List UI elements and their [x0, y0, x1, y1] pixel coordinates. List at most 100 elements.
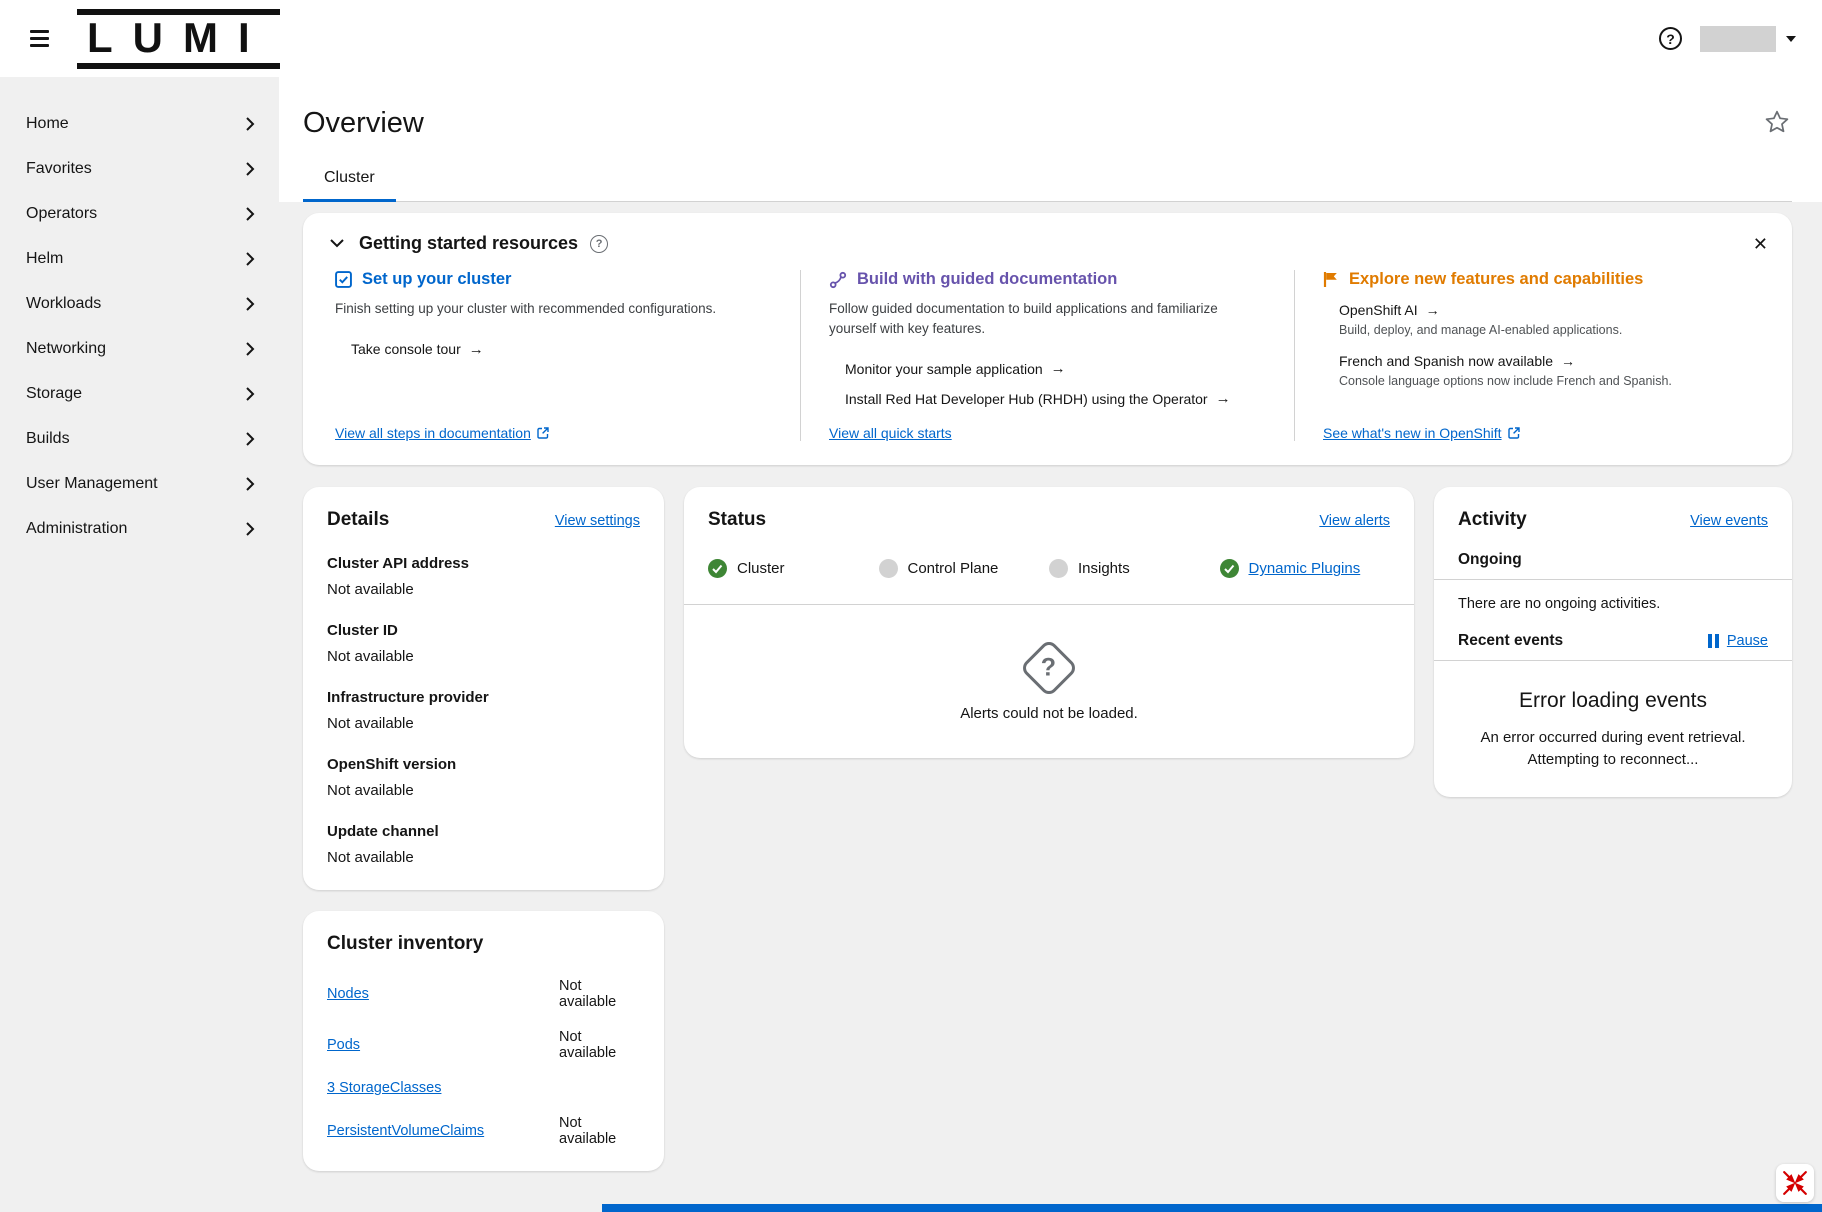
setup-cluster-heading[interactable]: Set up your cluster [335, 270, 772, 289]
flag-icon [1323, 271, 1339, 288]
sidebar-item-label: User Management [26, 475, 158, 493]
chevron-right-icon [245, 206, 255, 222]
sidebar-nav: Home Favorites Operators Helm Workloads … [0, 77, 279, 1212]
status-title: Status [708, 509, 766, 531]
tab-bar: Cluster [303, 158, 1792, 202]
detail-field-infrastructure-provider: Infrastructure provider Not available [327, 689, 640, 732]
whats-new-link[interactable]: See what's new in OpenShift [1323, 425, 1502, 441]
tab-cluster-label: Cluster [324, 169, 375, 186]
detail-field-cluster-id: Cluster ID Not available [327, 622, 640, 665]
activity-title: Activity [1458, 509, 1527, 531]
sidebar-item-label: Builds [26, 430, 70, 448]
view-alerts-link[interactable]: View alerts [1319, 513, 1390, 529]
main-content: Overview Cluster Getting started resourc… [279, 77, 1822, 1212]
storageclasses-link[interactable]: 3 StorageClasses [327, 1080, 559, 1096]
favorite-star-icon[interactable] [1762, 107, 1792, 140]
sidebar-item-builds[interactable]: Builds [0, 416, 279, 461]
setup-cluster-column: Set up your cluster Finish setting up yo… [327, 270, 800, 441]
masthead-toolbar: ? [1659, 26, 1796, 52]
setup-cluster-description: Finish setting up your cluster with reco… [335, 299, 772, 319]
events-error-message: An error occurred during event retrieval… [1464, 727, 1762, 771]
ongoing-empty-message: There are no ongoing activities. [1458, 596, 1768, 612]
view-all-steps-link[interactable]: View all steps in documentation [335, 425, 531, 441]
sidebar-item-storage[interactable]: Storage [0, 371, 279, 416]
chevron-right-icon [245, 296, 255, 312]
success-check-icon [708, 559, 727, 578]
sidebar-item-user-management[interactable]: User Management [0, 461, 279, 506]
crash-indicator-icon[interactable] [1776, 1164, 1814, 1202]
install-rhdh-link[interactable]: Install Red Hat Developer Hub (RHDH) usi… [845, 390, 1266, 407]
sidebar-item-operators[interactable]: Operators [0, 191, 279, 236]
sidebar-item-label: Workloads [26, 295, 101, 313]
help-icon[interactable]: ? [1659, 27, 1682, 50]
page-layout: Home Favorites Operators Helm Workloads … [0, 77, 1822, 1212]
view-events-link[interactable]: View events [1690, 513, 1768, 529]
view-settings-link[interactable]: View settings [555, 513, 640, 529]
chevron-right-icon [245, 161, 255, 177]
details-title: Details [327, 509, 389, 531]
divider [1434, 579, 1792, 580]
status-item-dynamic-plugins: Dynamic Plugins [1220, 559, 1391, 578]
user-menu[interactable] [1700, 26, 1796, 52]
dynamic-plugins-link[interactable]: Dynamic Plugins [1249, 560, 1361, 577]
divider [1434, 660, 1792, 661]
explore-features-column: Explore new features and capabilities Op… [1295, 270, 1768, 441]
chevron-right-icon [245, 341, 255, 357]
nodes-link[interactable]: Nodes [327, 986, 559, 1002]
getting-started-body: Set up your cluster Finish setting up yo… [327, 270, 1768, 441]
pods-link[interactable]: Pods [327, 1037, 559, 1053]
cluster-setup-icon [335, 271, 352, 288]
inventory-row-nodes: Nodes Not available [327, 978, 640, 1010]
help-circle-icon[interactable]: ? [590, 235, 608, 253]
chevron-right-icon [245, 251, 255, 267]
detail-field-update-channel: Update channel Not available [327, 823, 640, 866]
pause-events-button[interactable]: Pause [1708, 633, 1768, 649]
unknown-status-icon [879, 559, 898, 578]
openshift-ai-description: Build, deploy, and manage AI-enabled app… [1339, 322, 1760, 340]
success-check-icon [1220, 559, 1239, 578]
events-error-state: Error loading events An error occurred d… [1458, 689, 1768, 771]
take-console-tour-link[interactable]: Take console tour → [351, 341, 772, 358]
sidebar-item-helm[interactable]: Helm [0, 236, 279, 281]
pause-icon [1708, 634, 1719, 648]
arrow-right-icon: → [469, 341, 484, 358]
external-link-icon [537, 427, 549, 439]
languages-description: Console language options now include Fre… [1339, 373, 1760, 391]
guided-documentation-heading[interactable]: Build with guided documentation [829, 270, 1266, 289]
sidebar-item-workloads[interactable]: Workloads [0, 281, 279, 326]
sidebar-item-networking[interactable]: Networking [0, 326, 279, 371]
chevron-right-icon [245, 386, 255, 402]
bottom-blue-bar [602, 1204, 1822, 1212]
detail-field-openshift-version: OpenShift version Not available [327, 756, 640, 799]
monitor-sample-app-link[interactable]: Monitor your sample application → [845, 360, 1266, 377]
nav-toggle-icon[interactable] [26, 26, 53, 51]
getting-started-title: Getting started resources [359, 233, 578, 254]
guided-documentation-description: Follow guided documentation to build app… [829, 299, 1266, 338]
brand-logo-text: LUMI [87, 14, 270, 61]
sidebar-item-home[interactable]: Home [0, 101, 279, 146]
brand-logo: LUMI [77, 9, 280, 69]
view-all-quick-starts-link[interactable]: View all quick starts [829, 425, 952, 441]
arrow-right-icon: → [1216, 390, 1231, 407]
details-card: Details View settings Cluster API addres… [303, 487, 664, 890]
french-spanish-link[interactable]: French and Spanish now available → [1339, 353, 1760, 369]
collapse-chevron-icon[interactable] [327, 236, 347, 251]
openshift-ai-link[interactable]: OpenShift AI → [1339, 302, 1760, 318]
getting-started-header: Getting started resources ? ✕ [327, 233, 1768, 254]
sidebar-item-favorites[interactable]: Favorites [0, 146, 279, 191]
chevron-down-icon [1786, 36, 1796, 42]
sidebar-item-label: Operators [26, 205, 97, 223]
detail-field-api-address: Cluster API address Not available [327, 555, 640, 598]
sidebar-item-label: Home [26, 115, 69, 133]
cluster-inventory-card: Cluster inventory Nodes Not available Po… [303, 911, 664, 1171]
sidebar-item-administration[interactable]: Administration [0, 506, 279, 551]
sidebar-item-label: Administration [26, 520, 127, 538]
events-error-title: Error loading events [1464, 689, 1762, 713]
left-column: Details View settings Cluster API addres… [303, 487, 664, 1171]
feature-openshift-ai: OpenShift AI → Build, deploy, and manage… [1339, 302, 1760, 340]
close-icon[interactable]: ✕ [1753, 235, 1768, 253]
tab-cluster[interactable]: Cluster [303, 158, 396, 201]
persistentvolumeclaims-link[interactable]: PersistentVolumeClaims [327, 1123, 559, 1139]
inventory-title: Cluster inventory [327, 933, 483, 955]
feature-languages: French and Spanish now available → Conso… [1339, 353, 1760, 391]
